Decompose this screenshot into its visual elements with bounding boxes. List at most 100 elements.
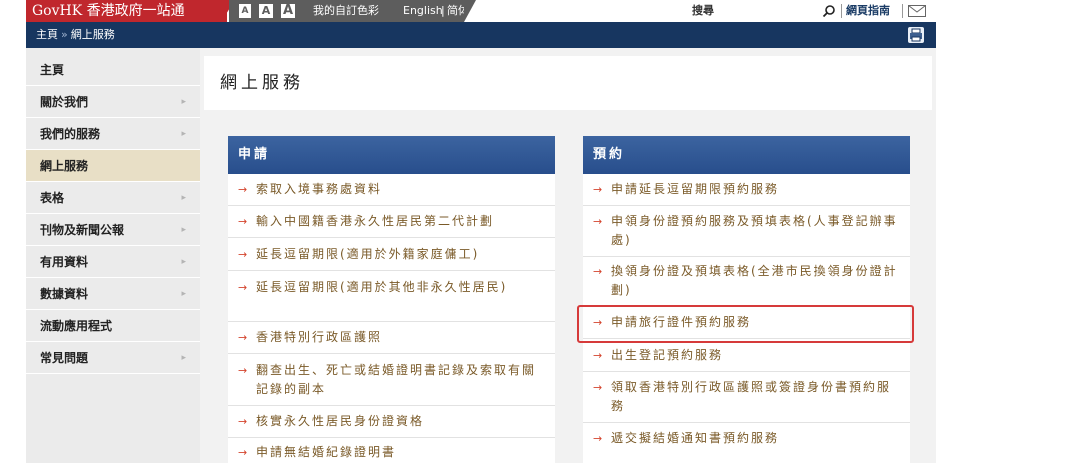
apply-panel-heading: 申請	[228, 136, 555, 174]
sidebar-item-online-services[interactable]: 網上服務	[26, 150, 200, 182]
arrow-right-icon: →	[593, 349, 605, 362]
list-item[interactable]: → 申請無結婚紀錄證明書	[228, 437, 555, 468]
list-item[interactable]: → 延長逗留期限(適用於其他非永久性居民)	[228, 272, 555, 322]
arrow-right-icon: →	[593, 183, 605, 196]
sidebar-item-useful-info[interactable]: 有用資料 ▸	[26, 246, 200, 278]
english-link[interactable]: English	[403, 0, 443, 22]
font-size-small-button[interactable]: A	[239, 4, 251, 18]
top-bar: GovHK 香港政府一站通 A A A 我的自訂色彩 English | 简体 …	[0, 0, 1080, 22]
breadcrumb-separator: »	[61, 28, 68, 41]
list-item-label: 申請無結婚紀錄證明書	[256, 445, 397, 459]
page-title: 網上服務	[220, 73, 304, 93]
arrow-right-icon: →	[593, 381, 605, 394]
list-item[interactable]: → 領取香港特別行政區護照或簽證身份書預約服務	[583, 372, 910, 423]
chevron-right-icon: ▸	[181, 97, 186, 107]
list-item-label: 出生登記預約服務	[611, 348, 724, 362]
govhk-logo[interactable]: GovHK 香港政府一站通	[26, 0, 227, 22]
appointment-panel: 預約 → 申請延長逗留期限預約服務 → 申領身份證預約服務及預填表格(人事登記辦事處…	[583, 136, 910, 463]
sidebar-item-faq[interactable]: 常見問題 ▸	[26, 342, 200, 374]
tools-bar: A A A 我的自訂色彩 English | 简体	[229, 0, 469, 22]
sidebar-item-forms[interactable]: 表格 ▸	[26, 182, 200, 214]
site-guide-link[interactable]: 網頁指南	[846, 0, 890, 22]
sidebar-item-label: 刊物及新聞公報	[40, 223, 125, 237]
chevron-right-icon: ▸	[181, 289, 186, 299]
list-item[interactable]: → 翻查出生、死亡或結婚證明書記錄及索取有關記錄的副本	[228, 355, 555, 406]
search-icon[interactable]	[822, 4, 836, 18]
list-item-label: 申領身份證預約服務及預填表格(人事登記辦事處)	[611, 214, 898, 247]
tools-notch	[464, 0, 476, 22]
list-item[interactable]: → 出生登記預約服務	[583, 340, 910, 372]
arrow-right-icon: →	[238, 248, 250, 261]
main-content: 網上服務 申請 → 索取入境事務處資料 → 輸入中國籍香港永久性居民第二代計劃 → 延…	[200, 48, 936, 463]
sidebar-item-label: 網上服務	[40, 159, 89, 173]
list-item-label: 索取入境事務處資料	[256, 182, 383, 196]
list-item[interactable]: → 申請延長逗留期限預約服務	[583, 174, 910, 206]
mail-icon[interactable]	[908, 5, 926, 17]
sidebar-item-statistics[interactable]: 數據資料 ▸	[26, 278, 200, 310]
sidebar-item-label: 數據資料	[40, 287, 89, 301]
arrow-right-icon: →	[593, 215, 605, 228]
sidebar-item-our-services[interactable]: 我們的服務 ▸	[26, 118, 200, 150]
sidebar-item-mobile-apps[interactable]: 流動應用程式	[26, 310, 200, 342]
highlight-box	[577, 305, 914, 343]
apply-panel: 申請 → 索取入境事務處資料 → 輸入中國籍香港永久性居民第二代計劃 → 延長逗留期限…	[228, 136, 555, 463]
list-item-label: 翻查出生、死亡或結婚證明書記錄及索取有關記錄的副本	[256, 363, 537, 396]
chevron-right-icon: ▸	[181, 257, 186, 267]
sidebar-item-publications[interactable]: 刊物及新聞公報 ▸	[26, 214, 200, 246]
sidebar-item-label: 主頁	[40, 63, 65, 77]
custom-color-link[interactable]: 我的自訂色彩	[313, 0, 379, 22]
arrow-right-icon: →	[238, 415, 250, 428]
chevron-right-icon: ▸	[181, 193, 186, 203]
search-input[interactable]: 搜尋	[692, 0, 714, 22]
font-size-large-button[interactable]: A	[281, 4, 295, 18]
font-size-medium-button[interactable]: A	[259, 4, 273, 18]
chevron-right-icon: ▸	[181, 353, 186, 363]
sidebar-item-label: 表格	[40, 191, 65, 205]
sidebar-item-about-us[interactable]: 關於我們 ▸	[26, 86, 200, 118]
list-item[interactable]: → 換領身份證及預填表格(全港市民換領身份證計劃)	[583, 256, 910, 307]
list-item[interactable]: → 香港特別行政區護照	[228, 322, 555, 354]
breadcrumb-home-link[interactable]: 主頁	[36, 28, 58, 41]
list-item[interactable]: → 遞交擬結婚通知書預約服務	[583, 423, 910, 454]
sidebar-nav: 主頁 關於我們 ▸ 我們的服務 ▸ 網上服務 表格 ▸ 刊物及新聞公報 ▸ 有用資料 ▸ …	[26, 48, 200, 463]
list-item-label: 香港特別行政區護照	[256, 330, 383, 344]
list-item-label: 輸入中國籍香港永久性居民第二代計劃	[256, 214, 495, 228]
list-item[interactable]: → 輸入中國籍香港永久性居民第二代計劃	[228, 206, 555, 238]
sidebar-item-label: 常見問題	[40, 351, 89, 365]
arrow-right-icon: →	[238, 446, 250, 459]
divider	[902, 4, 903, 18]
printer-icon[interactable]	[908, 27, 924, 43]
list-item[interactable]: → 延長逗留期限(適用於外籍家庭傭工)	[228, 239, 555, 271]
list-item-label: 領取香港特別行政區護照或簽證身份書預約服務	[611, 380, 892, 413]
sidebar-item-label: 關於我們	[40, 95, 89, 109]
list-item[interactable]: → 索取入境事務處資料	[228, 174, 555, 206]
language-separator: |	[441, 4, 445, 17]
sidebar-item-home[interactable]: 主頁	[26, 54, 200, 86]
arrow-right-icon: →	[238, 331, 250, 344]
breadcrumb-current: 網上服務	[70, 28, 115, 41]
arrow-right-icon: →	[238, 183, 250, 196]
arrow-right-icon: →	[238, 281, 250, 294]
chevron-right-icon: ▸	[181, 225, 186, 235]
arrow-right-icon: →	[593, 432, 605, 445]
list-item-label: 核實永久性居民身份證資格	[256, 414, 425, 428]
chevron-right-icon: ▸	[181, 129, 186, 139]
divider	[841, 4, 842, 18]
list-item-label: 延長逗留期限(適用於其他非永久性居民)	[256, 280, 508, 294]
sidebar-item-label: 流動應用程式	[40, 319, 113, 333]
list-item-label: 換領身份證及預填表格(全港市民換領身份證計劃)	[611, 264, 898, 297]
list-item[interactable]: → 核實永久性居民身份證資格	[228, 406, 555, 438]
arrow-right-icon: →	[593, 265, 605, 278]
list-item[interactable]: → 申領身份證預約服務及預填表格(人事登記辦事處)	[583, 206, 910, 257]
breadcrumb-bar: 主頁» 網上服務	[26, 22, 936, 48]
sidebar-item-label: 我們的服務	[40, 127, 101, 141]
breadcrumb: 主頁» 網上服務	[36, 22, 115, 48]
arrow-right-icon: →	[238, 215, 250, 228]
sidebar-item-label: 有用資料	[40, 255, 89, 269]
arrow-right-icon: →	[238, 364, 250, 377]
list-item-label: 申請延長逗留期限預約服務	[611, 182, 780, 196]
appointment-panel-heading: 預約	[583, 136, 910, 174]
page-title-box: 網上服務	[204, 56, 932, 110]
list-item-label: 遞交擬結婚通知書預約服務	[611, 431, 780, 445]
list-item-label: 延長逗留期限(適用於外籍家庭傭工)	[256, 247, 480, 261]
